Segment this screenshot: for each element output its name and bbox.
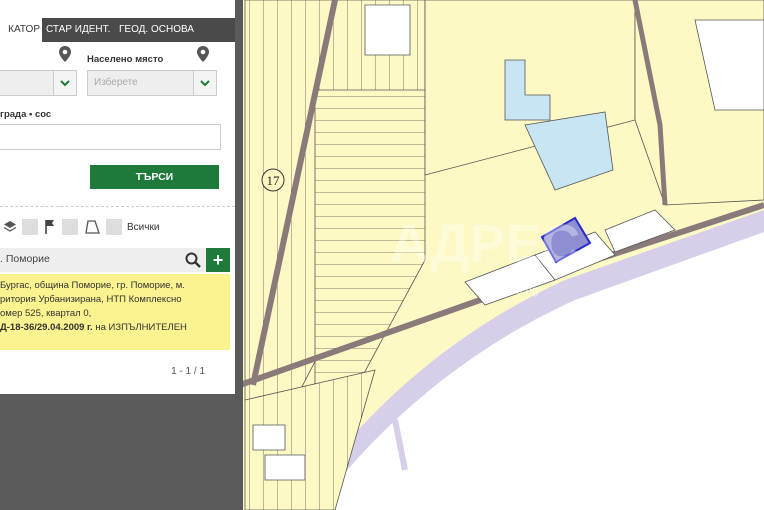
settlement-placeholder: Изберете bbox=[94, 77, 138, 88]
watermark: АДРЕС bbox=[390, 214, 581, 274]
location-pin-icon bbox=[59, 46, 71, 62]
layer-checkbox[interactable] bbox=[22, 219, 38, 235]
layers-icon bbox=[3, 221, 17, 232]
search-button[interactable]: ТЪРСИ bbox=[90, 165, 219, 189]
cadastral-map[interactable]: 17 АДРЕС ss.bg bbox=[235, 0, 764, 510]
parcel-white bbox=[364, 4, 411, 56]
chevron-down-icon bbox=[53, 71, 76, 95]
result-line: омер 525, квартал 0, bbox=[0, 308, 92, 319]
result-line: ритория Урбанизирана, НТП Комплексно bbox=[0, 294, 182, 305]
tab-bar: КАТОР СТАР ИДЕНТ. ГЕОД. ОСНОВА bbox=[0, 18, 235, 42]
result-doc-number: Д-18-36/29.04.2009 г. bbox=[0, 322, 93, 333]
pagination: 1 - 1 / 1 bbox=[171, 366, 205, 377]
block-number: 17 bbox=[267, 173, 281, 188]
building-label: града • сос bbox=[0, 109, 52, 120]
settlement-label: Населено място bbox=[87, 54, 164, 65]
search-icon[interactable] bbox=[184, 251, 202, 269]
panel-separator[interactable] bbox=[235, 0, 243, 510]
flag-icon bbox=[45, 220, 54, 234]
tab-old-id[interactable]: СТАР ИДЕНТ. bbox=[46, 18, 110, 42]
watermark-small: ss.bg bbox=[510, 283, 539, 297]
tab-geod[interactable]: ГЕОД. ОСНОВА bbox=[119, 18, 194, 42]
layer-checkbox[interactable] bbox=[62, 219, 78, 235]
all-layers-label[interactable]: Всички bbox=[127, 222, 159, 233]
search-result-bar: . Поморие + bbox=[0, 248, 230, 272]
region-select[interactable] bbox=[0, 70, 77, 96]
tab-kator[interactable]: КАТОР bbox=[0, 18, 42, 42]
chevron-down-icon bbox=[193, 71, 216, 95]
layer-checkbox[interactable] bbox=[106, 219, 122, 235]
polygon-icon bbox=[85, 220, 100, 234]
building-input[interactable] bbox=[0, 124, 221, 150]
divider bbox=[0, 206, 235, 207]
map-canvas[interactable]: 17 АДРЕС ss.bg bbox=[235, 0, 764, 510]
result-line: Бургас, община Поморие, гр. Поморие, м. bbox=[0, 280, 185, 291]
result-item[interactable]: Бургас, община Поморие, гр. Поморие, м. … bbox=[0, 274, 230, 350]
search-query: . Поморие bbox=[0, 253, 50, 265]
location-pin-icon bbox=[197, 46, 209, 62]
result-doc-rest: на ИЗПЪЛНИТЕЛЕН bbox=[92, 322, 187, 333]
add-icon[interactable]: + bbox=[206, 248, 230, 272]
result-line: Д-18-36/29.04.2009 г. на ИЗПЪЛНИТЕЛЕН bbox=[0, 322, 187, 333]
search-panel: КАТОР СТАР ИДЕНТ. ГЕОД. ОСНОВА Населено … bbox=[0, 0, 235, 510]
settlement-select[interactable]: Изберете bbox=[87, 70, 217, 96]
